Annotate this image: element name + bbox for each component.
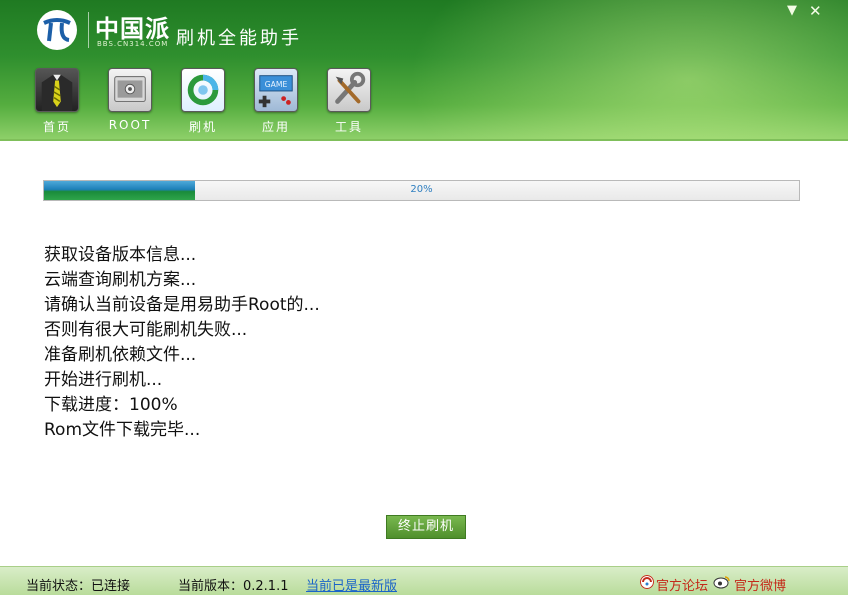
nav-label-home: 首页 — [42, 120, 71, 134]
status-bar: 当前状态：已连接 当前版本：0.2.1.1 当前已是最新版 官方论坛 官方微博 — [0, 566, 848, 595]
log-line: 否则有很大可能刷机失败... — [44, 320, 248, 340]
nav-root[interactable]: ROOT — [97, 66, 163, 136]
log-line: Rom文件下载完毕... — [44, 420, 201, 440]
log-line: 准备刷机依赖文件... — [44, 345, 197, 365]
logo-subtext: BBS.CN314.COM — [97, 40, 169, 48]
flash-progress-bar: 20% — [43, 180, 800, 201]
tools-icon — [327, 68, 371, 112]
close-button[interactable]: ✕ — [809, 4, 822, 19]
log-line: 云端查询刷机方案... — [44, 270, 197, 290]
nav-apps[interactable]: GAME 应用 — [243, 66, 309, 136]
tie-icon — [35, 68, 79, 112]
minimize-button[interactable]: ▼ — [787, 4, 801, 18]
logo-divider — [88, 12, 89, 48]
nav-label-tools: 工具 — [334, 120, 363, 134]
app-title: 刷机全能助手 — [176, 28, 302, 49]
update-status-link[interactable]: 当前已是最新版 — [306, 575, 397, 594]
log-line: 获取设备版本信息... — [44, 245, 197, 265]
header-divider — [0, 139, 848, 141]
connection-status: 当前状态：已连接 — [26, 579, 131, 594]
stop-flash-button[interactable]: 终止刷机 — [386, 515, 466, 539]
forum-icon — [640, 575, 654, 589]
log-line: 下载进度：100% — [44, 395, 178, 415]
progress-text: 20% — [410, 184, 433, 195]
svg-text:GAME: GAME — [265, 80, 288, 89]
nav-label-apps: 应用 — [261, 120, 290, 134]
nav-home[interactable]: 首页 — [24, 66, 90, 136]
logo-text: 中国派 — [95, 15, 170, 43]
flash-refresh-icon — [181, 68, 225, 112]
flash-log: 获取设备版本信息... 云端查询刷机方案... 请确认当前设备是用易助手Root… — [44, 243, 644, 443]
title-bar: 中国派 BBS.CN314.COM 刷机全能助手 ▼ ✕ 首页 ROOT 刷机 — [0, 0, 848, 140]
log-line: 请确认当前设备是用易助手Root的... — [44, 295, 320, 315]
official-weibo-link[interactable]: 官方微博 — [734, 575, 786, 594]
nav-tools[interactable]: 工具 — [316, 66, 382, 136]
log-line: 开始进行刷机... — [44, 370, 163, 390]
weibo-icon — [713, 576, 730, 589]
pi-logo-icon — [37, 10, 77, 50]
nav-label-flash: 刷机 — [188, 120, 217, 134]
nav-label-root: ROOT — [108, 118, 152, 132]
game-icon: GAME — [254, 68, 298, 112]
nav-flash[interactable]: 刷机 — [170, 66, 236, 136]
version-label: 当前版本：0.2.1.1 — [178, 579, 289, 594]
official-forum-link[interactable]: 官方论坛 — [656, 575, 708, 594]
root-icon — [108, 68, 152, 112]
